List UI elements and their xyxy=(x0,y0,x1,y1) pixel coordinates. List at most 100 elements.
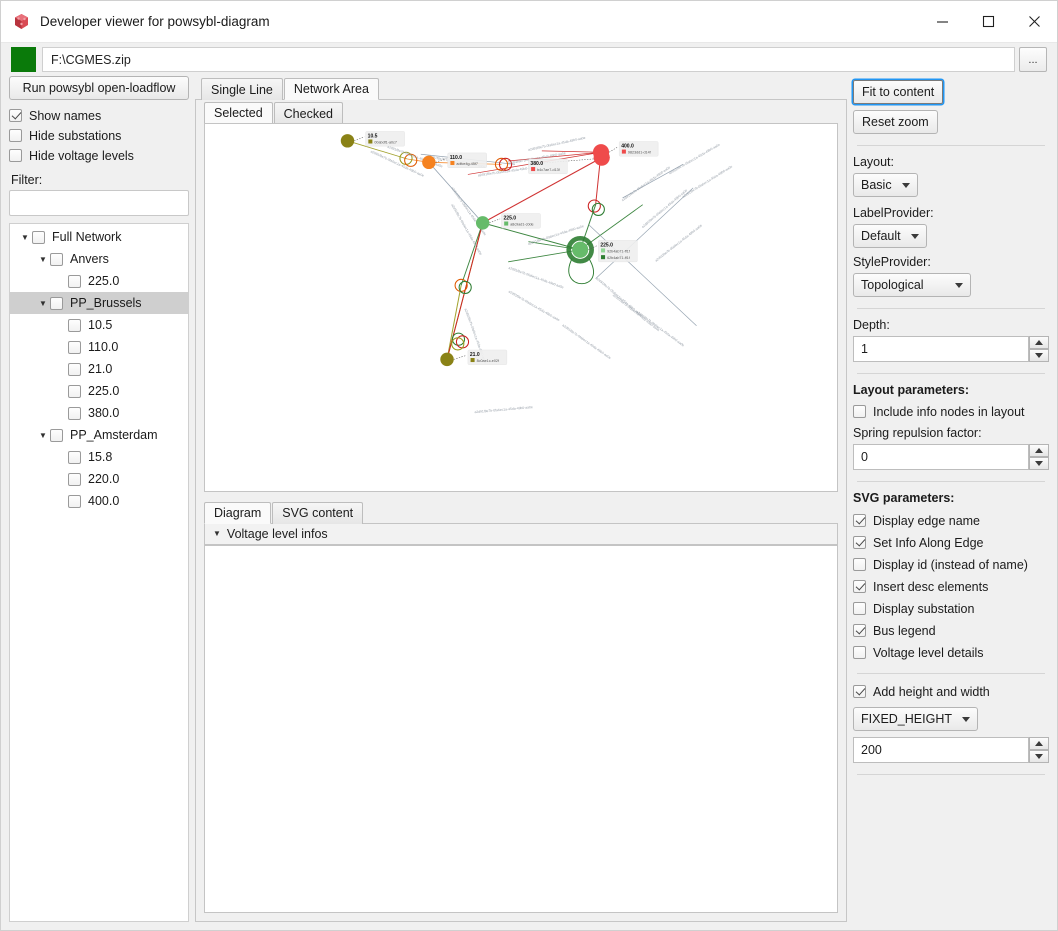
diagram-node-vl-400-0[interactable]: 400.09823dd1-d14f xyxy=(592,141,659,161)
diagram-node-vl-225-0-b[interactable]: 225.092b4ab71-ff1f 62b4ab71-ff1f xyxy=(572,240,638,263)
tree-item-10-5[interactable]: 10.5 xyxy=(10,314,188,336)
include-info-nodes-checkbox[interactable] xyxy=(853,405,866,418)
node-label-box[interactable]: 225.092b4ab71-ff1f 62b4ab71-ff1f xyxy=(598,240,638,263)
svg-checkbox-row-4[interactable]: Display substation xyxy=(853,598,1049,619)
svg-checkbox-row-3[interactable]: Insert desc elements xyxy=(853,576,1049,597)
checkbox[interactable] xyxy=(853,514,866,527)
depth-value[interactable]: 1 xyxy=(853,336,1029,362)
node-circle[interactable] xyxy=(422,155,436,170)
add-height-width-checkbox[interactable] xyxy=(853,685,866,698)
reset-zoom-button[interactable]: Reset zoom xyxy=(853,110,938,134)
add-height-width-checkbox-row[interactable]: Add height and width xyxy=(853,682,1049,701)
node-circle[interactable] xyxy=(572,241,589,258)
browse-button[interactable]: ... xyxy=(1019,47,1047,72)
tree-item-pp-brussels[interactable]: ▼ PP_Brussels xyxy=(10,292,188,314)
left-checkbox-row-0[interactable]: Show names xyxy=(9,106,189,125)
svg-checkbox-row-2[interactable]: Display id (instead of name) xyxy=(853,554,1049,575)
tree-item-225-0[interactable]: 225.0 xyxy=(10,380,188,402)
spring-spinner-buttons[interactable] xyxy=(1029,444,1049,470)
tree-item-checkbox[interactable] xyxy=(68,494,81,508)
network-tree[interactable]: ▼ Full Network ▼ Anvers 225.0 ▼ PP_Brussels 10.… xyxy=(9,223,189,922)
tree-expand-toggle-icon[interactable]: ▼ xyxy=(18,233,32,242)
tree-item-checkbox[interactable] xyxy=(50,296,63,310)
bottom-tab-strip[interactable]: Diagram SVG content xyxy=(196,498,846,524)
size-decrement-button[interactable] xyxy=(1029,750,1049,763)
checkbox[interactable] xyxy=(9,149,22,162)
tree-item-225-0[interactable]: 225.0 xyxy=(10,270,188,292)
node-label-box[interactable]: 400.09823dd1-d14f xyxy=(619,141,659,157)
tree-item-full-network[interactable]: ▼ Full Network xyxy=(10,226,188,248)
tree-item-15-8[interactable]: 15.8 xyxy=(10,446,188,468)
node-label-box[interactable]: 225.0 a8c9ad1-c0de xyxy=(501,213,541,229)
sizing-mode-select[interactable]: FIXED_HEIGHT xyxy=(853,707,978,731)
checkbox[interactable] xyxy=(853,536,866,549)
spring-repulsion-spinner[interactable]: 0 xyxy=(853,444,1049,470)
node-label-box[interactable]: 110.0adfce4g-45f7 xyxy=(447,152,487,168)
size-value[interactable]: 200 xyxy=(853,737,1029,763)
checkbox[interactable] xyxy=(853,558,866,571)
maximize-button[interactable] xyxy=(965,1,1011,43)
checkbox[interactable] xyxy=(853,646,866,659)
tree-item-110-0[interactable]: 110.0 xyxy=(10,336,188,358)
size-spinner[interactable]: 200 xyxy=(853,737,1049,763)
tab-single-line[interactable]: Single Line xyxy=(201,78,283,100)
checkbox[interactable] xyxy=(853,580,866,593)
styleprovider-select[interactable]: Topological xyxy=(853,273,971,297)
diagram-node-vl-21-0[interactable]: 21.08c0ae1c-e02f xyxy=(440,349,508,367)
tree-item-checkbox[interactable] xyxy=(68,450,81,464)
svg-checkbox-row-6[interactable]: Voltage level details xyxy=(853,642,1049,663)
svg-checkbox-row-1[interactable]: Set Info Along Edge xyxy=(853,532,1049,553)
left-checkbox-row-2[interactable]: Hide voltage levels xyxy=(9,146,189,165)
tab-network-area[interactable]: Network Area xyxy=(283,78,379,100)
tree-item-pp-amsterdam[interactable]: ▼ PP_Amsterdam xyxy=(10,424,188,446)
diagram-edge-12[interactable] xyxy=(541,150,602,153)
node-circle[interactable] xyxy=(592,144,610,161)
diagram-node-vl-225-0-a[interactable]: 225.0 a8c9ad1-c0de xyxy=(475,213,541,230)
tree-item-220-0[interactable]: 220.0 xyxy=(10,468,188,490)
node-circle[interactable] xyxy=(475,216,490,230)
depth-spinner-buttons[interactable] xyxy=(1029,336,1049,362)
depth-spinner[interactable]: 1 xyxy=(853,336,1049,362)
tab-svg-content[interactable]: SVG content xyxy=(272,501,364,524)
node-label-box[interactable]: 10.5 00abdf1-a0c7 xyxy=(365,131,405,147)
main-tab-strip[interactable]: Single Line Network Area xyxy=(195,76,847,100)
voltage-level-infos-accordion[interactable]: ▼ Voltage level infos xyxy=(204,522,838,545)
run-loadflow-button[interactable]: Run powsybl open-loadflow xyxy=(9,76,189,100)
tab-checked[interactable]: Checked xyxy=(273,102,343,124)
node-label-box[interactable]: 21.08c0ae1c-e02f xyxy=(467,349,508,365)
filter-input[interactable] xyxy=(9,190,189,216)
spring-repulsion-value[interactable]: 0 xyxy=(853,444,1029,470)
tree-item-checkbox[interactable] xyxy=(68,406,81,420)
layout-select[interactable]: Basic xyxy=(853,173,918,197)
checkbox[interactable] xyxy=(853,624,866,637)
checkbox[interactable] xyxy=(9,109,22,122)
checkbox[interactable] xyxy=(9,129,22,142)
tree-item-checkbox[interactable] xyxy=(68,340,81,354)
tab-diagram[interactable]: Diagram xyxy=(204,501,272,524)
inner-tab-strip[interactable]: Selected Checked xyxy=(196,100,846,124)
tree-item-380-0[interactable]: 380.0 xyxy=(10,402,188,424)
tree-item-anvers[interactable]: ▼ Anvers xyxy=(10,248,188,270)
file-path-field[interactable]: F:\CGMES.zip xyxy=(42,47,1015,72)
tab-selected[interactable]: Selected xyxy=(204,102,273,124)
diagram-node-vl-10-5[interactable]: 10.5 00abdf1-a0c7 xyxy=(340,131,405,148)
tree-expand-toggle-icon[interactable]: ▼ xyxy=(36,431,50,440)
fit-to-content-button[interactable]: Fit to content xyxy=(853,80,944,104)
tree-item-400-0[interactable]: 400.0 xyxy=(10,490,188,512)
tree-expand-toggle-icon[interactable]: ▼ xyxy=(36,299,50,308)
size-increment-button[interactable] xyxy=(1029,737,1049,750)
labelprovider-select[interactable]: Default xyxy=(853,224,927,248)
tree-item-checkbox[interactable] xyxy=(68,362,81,376)
checkbox[interactable] xyxy=(853,602,866,615)
spring-increment-button[interactable] xyxy=(1029,444,1049,457)
tree-item-checkbox[interactable] xyxy=(68,384,81,398)
tree-item-checkbox[interactable] xyxy=(68,472,81,486)
tree-item-21-0[interactable]: 21.0 xyxy=(10,358,188,380)
tree-item-checkbox[interactable] xyxy=(32,230,45,244)
svg-checkbox-row-0[interactable]: Display edge name xyxy=(853,510,1049,531)
node-label-box[interactable]: 380.0b4c7ae7-d13f xyxy=(528,158,568,174)
size-spinner-buttons[interactable] xyxy=(1029,737,1049,763)
node-circle[interactable] xyxy=(340,134,355,148)
spring-decrement-button[interactable] xyxy=(1029,457,1049,470)
minimize-button[interactable] xyxy=(919,1,965,43)
